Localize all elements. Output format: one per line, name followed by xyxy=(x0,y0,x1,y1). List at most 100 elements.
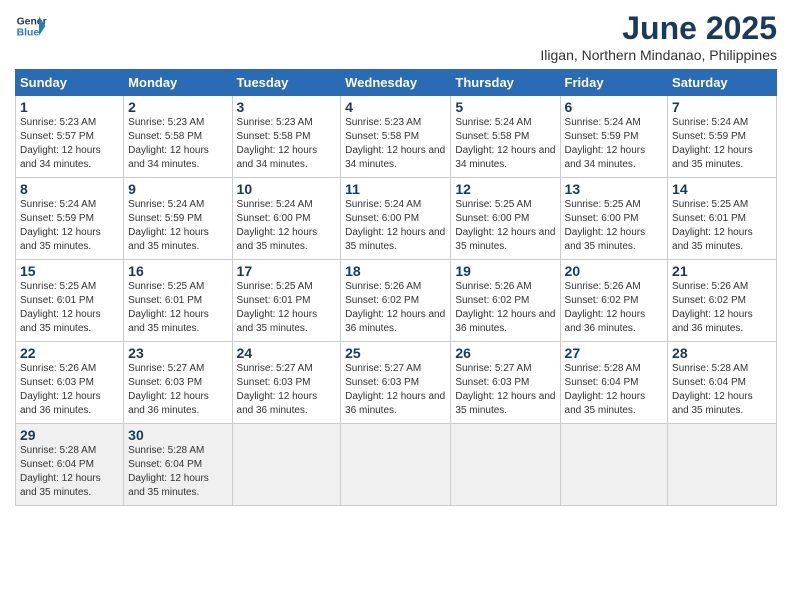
title-block: June 2025 Iligan, Northern Mindanao, Phi… xyxy=(540,10,777,63)
table-row: 25Sunrise: 5:27 AMSunset: 6:03 PMDayligh… xyxy=(341,342,451,424)
table-row: 7Sunrise: 5:24 AMSunset: 5:59 PMDaylight… xyxy=(668,96,777,178)
day-info: Sunrise: 5:24 AMSunset: 5:59 PMDaylight:… xyxy=(565,116,664,172)
day-info: Sunrise: 5:24 AMSunset: 5:59 PMDaylight:… xyxy=(20,198,119,254)
day-number: 26 xyxy=(455,345,555,361)
table-row: 27Sunrise: 5:28 AMSunset: 6:04 PMDayligh… xyxy=(560,342,668,424)
day-info: Sunrise: 5:25 AMSunset: 6:01 PMDaylight:… xyxy=(20,280,119,336)
table-row: 15Sunrise: 5:25 AMSunset: 6:01 PMDayligh… xyxy=(16,260,124,342)
table-row xyxy=(668,424,777,506)
table-row: 20Sunrise: 5:26 AMSunset: 6:02 PMDayligh… xyxy=(560,260,668,342)
day-info: Sunrise: 5:23 AMSunset: 5:58 PMDaylight:… xyxy=(128,116,227,172)
day-number: 12 xyxy=(455,181,555,197)
table-row: 10Sunrise: 5:24 AMSunset: 6:00 PMDayligh… xyxy=(232,178,341,260)
day-info: Sunrise: 5:27 AMSunset: 6:03 PMDaylight:… xyxy=(237,362,337,418)
day-info: Sunrise: 5:26 AMSunset: 6:02 PMDaylight:… xyxy=(455,280,555,336)
day-info: Sunrise: 5:26 AMSunset: 6:03 PMDaylight:… xyxy=(20,362,119,418)
day-number: 27 xyxy=(565,345,664,361)
day-info: Sunrise: 5:27 AMSunset: 6:03 PMDaylight:… xyxy=(455,362,555,418)
table-row: 17Sunrise: 5:25 AMSunset: 6:01 PMDayligh… xyxy=(232,260,341,342)
day-number: 30 xyxy=(128,427,227,443)
table-row: 14Sunrise: 5:25 AMSunset: 6:01 PMDayligh… xyxy=(668,178,777,260)
day-number: 24 xyxy=(237,345,337,361)
table-row xyxy=(341,424,451,506)
day-number: 7 xyxy=(672,99,772,115)
table-row: 12Sunrise: 5:25 AMSunset: 6:00 PMDayligh… xyxy=(451,178,560,260)
day-info: Sunrise: 5:27 AMSunset: 6:03 PMDaylight:… xyxy=(345,362,446,418)
month-title: June 2025 xyxy=(540,10,777,47)
day-number: 18 xyxy=(345,263,446,279)
col-thursday: Thursday xyxy=(451,70,560,96)
col-saturday: Saturday xyxy=(668,70,777,96)
day-info: Sunrise: 5:28 AMSunset: 6:04 PMDaylight:… xyxy=(565,362,664,418)
col-tuesday: Tuesday xyxy=(232,70,341,96)
col-sunday: Sunday xyxy=(16,70,124,96)
day-number: 14 xyxy=(672,181,772,197)
day-number: 9 xyxy=(128,181,227,197)
table-row: 28Sunrise: 5:28 AMSunset: 6:04 PMDayligh… xyxy=(668,342,777,424)
table-row: 3Sunrise: 5:23 AMSunset: 5:58 PMDaylight… xyxy=(232,96,341,178)
day-info: Sunrise: 5:24 AMSunset: 6:00 PMDaylight:… xyxy=(345,198,446,254)
table-row: 16Sunrise: 5:25 AMSunset: 6:01 PMDayligh… xyxy=(124,260,232,342)
table-row: 19Sunrise: 5:26 AMSunset: 6:02 PMDayligh… xyxy=(451,260,560,342)
table-row: 11Sunrise: 5:24 AMSunset: 6:00 PMDayligh… xyxy=(341,178,451,260)
day-number: 25 xyxy=(345,345,446,361)
day-info: Sunrise: 5:25 AMSunset: 6:01 PMDaylight:… xyxy=(672,198,772,254)
table-row: 2Sunrise: 5:23 AMSunset: 5:58 PMDaylight… xyxy=(124,96,232,178)
table-row: 29Sunrise: 5:28 AMSunset: 6:04 PMDayligh… xyxy=(16,424,124,506)
table-row: 22Sunrise: 5:26 AMSunset: 6:03 PMDayligh… xyxy=(16,342,124,424)
day-number: 17 xyxy=(237,263,337,279)
table-row: 13Sunrise: 5:25 AMSunset: 6:00 PMDayligh… xyxy=(560,178,668,260)
day-info: Sunrise: 5:28 AMSunset: 6:04 PMDaylight:… xyxy=(128,444,227,500)
table-row: 24Sunrise: 5:27 AMSunset: 6:03 PMDayligh… xyxy=(232,342,341,424)
logo-icon: General Blue xyxy=(15,10,47,42)
day-info: Sunrise: 5:23 AMSunset: 5:57 PMDaylight:… xyxy=(20,116,119,172)
day-info: Sunrise: 5:25 AMSunset: 6:01 PMDaylight:… xyxy=(237,280,337,336)
day-info: Sunrise: 5:26 AMSunset: 6:02 PMDaylight:… xyxy=(565,280,664,336)
day-info: Sunrise: 5:28 AMSunset: 6:04 PMDaylight:… xyxy=(672,362,772,418)
day-number: 6 xyxy=(565,99,664,115)
table-row xyxy=(560,424,668,506)
table-row: 30Sunrise: 5:28 AMSunset: 6:04 PMDayligh… xyxy=(124,424,232,506)
day-number: 13 xyxy=(565,181,664,197)
day-info: Sunrise: 5:25 AMSunset: 6:01 PMDaylight:… xyxy=(128,280,227,336)
day-info: Sunrise: 5:24 AMSunset: 5:59 PMDaylight:… xyxy=(672,116,772,172)
table-row: 6Sunrise: 5:24 AMSunset: 5:59 PMDaylight… xyxy=(560,96,668,178)
day-number: 5 xyxy=(455,99,555,115)
table-row xyxy=(232,424,341,506)
table-row xyxy=(451,424,560,506)
day-number: 11 xyxy=(345,181,446,197)
day-info: Sunrise: 5:26 AMSunset: 6:02 PMDaylight:… xyxy=(672,280,772,336)
logo: General Blue xyxy=(15,10,47,42)
table-row: 21Sunrise: 5:26 AMSunset: 6:02 PMDayligh… xyxy=(668,260,777,342)
table-row: 8Sunrise: 5:24 AMSunset: 5:59 PMDaylight… xyxy=(16,178,124,260)
col-wednesday: Wednesday xyxy=(341,70,451,96)
day-info: Sunrise: 5:24 AMSunset: 5:58 PMDaylight:… xyxy=(455,116,555,172)
day-number: 1 xyxy=(20,99,119,115)
table-row: 1Sunrise: 5:23 AMSunset: 5:57 PMDaylight… xyxy=(16,96,124,178)
day-info: Sunrise: 5:25 AMSunset: 6:00 PMDaylight:… xyxy=(565,198,664,254)
day-number: 23 xyxy=(128,345,227,361)
day-number: 20 xyxy=(565,263,664,279)
day-info: Sunrise: 5:23 AMSunset: 5:58 PMDaylight:… xyxy=(345,116,446,172)
day-number: 15 xyxy=(20,263,119,279)
day-number: 8 xyxy=(20,181,119,197)
day-number: 16 xyxy=(128,263,227,279)
day-info: Sunrise: 5:24 AMSunset: 5:59 PMDaylight:… xyxy=(128,198,227,254)
day-number: 10 xyxy=(237,181,337,197)
table-row: 4Sunrise: 5:23 AMSunset: 5:58 PMDaylight… xyxy=(341,96,451,178)
day-number: 19 xyxy=(455,263,555,279)
day-number: 28 xyxy=(672,345,772,361)
day-number: 22 xyxy=(20,345,119,361)
calendar-table: Sunday Monday Tuesday Wednesday Thursday… xyxy=(15,69,777,506)
day-info: Sunrise: 5:25 AMSunset: 6:00 PMDaylight:… xyxy=(455,198,555,254)
location: Iligan, Northern Mindanao, Philippines xyxy=(540,47,777,63)
svg-text:Blue: Blue xyxy=(17,28,40,39)
day-number: 3 xyxy=(237,99,337,115)
col-monday: Monday xyxy=(124,70,232,96)
day-info: Sunrise: 5:23 AMSunset: 5:58 PMDaylight:… xyxy=(237,116,337,172)
table-row: 9Sunrise: 5:24 AMSunset: 5:59 PMDaylight… xyxy=(124,178,232,260)
table-row: 18Sunrise: 5:26 AMSunset: 6:02 PMDayligh… xyxy=(341,260,451,342)
table-row: 23Sunrise: 5:27 AMSunset: 6:03 PMDayligh… xyxy=(124,342,232,424)
day-number: 2 xyxy=(128,99,227,115)
page-header: General Blue June 2025 Iligan, Northern … xyxy=(15,10,777,63)
